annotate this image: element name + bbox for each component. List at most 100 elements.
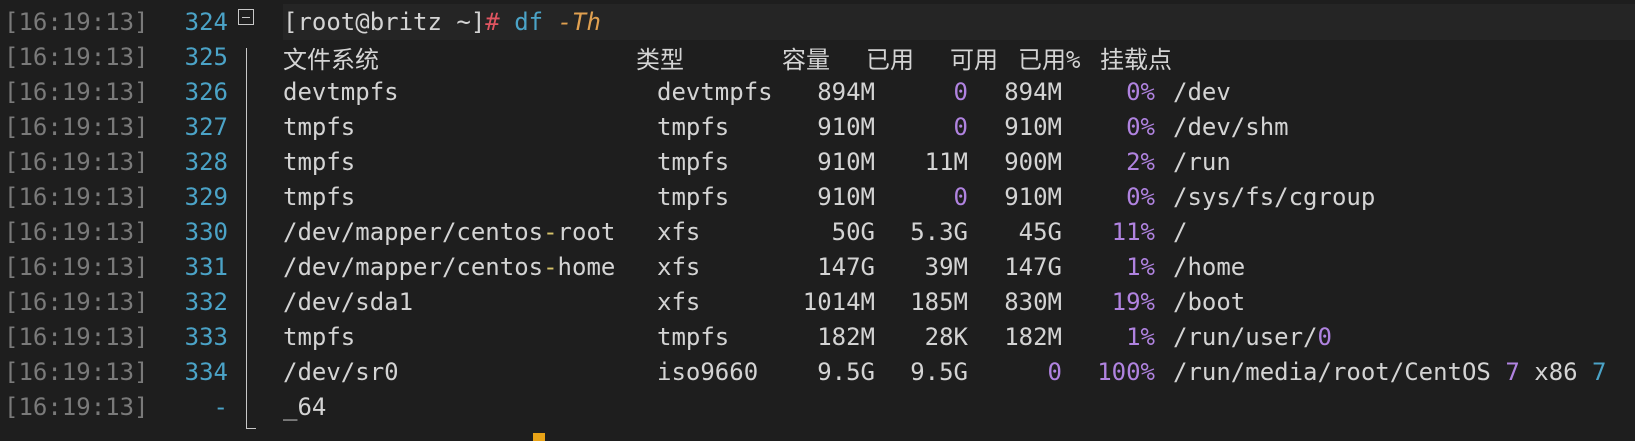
cell-pct: 0% — [1126, 113, 1155, 141]
cell-type: iso9660 — [657, 358, 759, 386]
cell-type: tmpfs — [657, 183, 730, 211]
header-type: 类型 — [636, 45, 684, 74]
cell-size: 894M — [817, 78, 875, 106]
cell-filesystem: tmpfs — [283, 148, 356, 176]
header-used: 已用 — [866, 45, 914, 74]
cell-avail: 147G — [1004, 253, 1062, 281]
cell-size: 50G — [831, 218, 875, 246]
cell-filesystem: tmpfs — [283, 113, 356, 141]
fold-collapse-icon[interactable] — [238, 9, 254, 25]
line-number: 324 — [184, 8, 228, 36]
header-size: 容量 — [782, 45, 830, 74]
fold-guide-line — [246, 48, 247, 428]
cell-size: 147G — [817, 253, 875, 281]
cell-mount: / — [1173, 218, 1188, 246]
line-number: 325 — [184, 43, 228, 71]
cell-avail: 830M — [1004, 288, 1062, 316]
cell-avail: 45G — [1018, 218, 1062, 246]
cell-type: xfs — [657, 288, 701, 316]
timestamp: [16:19:13] — [4, 183, 149, 211]
cell-avail: 0 — [1047, 358, 1062, 386]
timestamp: [16:19:13] — [4, 78, 149, 106]
cell-filesystem: /dev/mapper/centos-root — [283, 218, 616, 246]
cell-size: 910M — [817, 113, 875, 141]
cell-type: tmpfs — [657, 323, 730, 351]
cell-used: 5.3G — [910, 218, 968, 246]
cell-mount: /run/user/0 — [1173, 323, 1332, 351]
cell-pct: 2% — [1126, 148, 1155, 176]
cell-mount: /dev — [1173, 78, 1231, 106]
cell-type: devtmpfs — [657, 78, 773, 106]
timestamp: [16:19:13] — [4, 323, 149, 351]
prompt-user-host: [root@britz ~] — [283, 8, 486, 36]
header-use-pct: 已用% — [1018, 45, 1081, 74]
terminal-window[interactable]: [16:19:13] 324 [root@britz ~]# df -Th [1… — [0, 0, 1635, 441]
line-number: - — [213, 393, 228, 421]
line-number: 328 — [184, 148, 228, 176]
cell-mount: /sys/fs/cgroup — [1173, 183, 1376, 211]
line-number: 332 — [184, 288, 228, 316]
cell-avail: 910M — [1004, 183, 1062, 211]
wrapped-continuation: _64 — [283, 393, 327, 421]
cell-size: 182M — [817, 323, 875, 351]
cell-size: 9.5G — [817, 358, 875, 386]
cell-used: 28K — [924, 323, 968, 351]
line-number: 330 — [184, 218, 228, 246]
line-number: 334 — [184, 358, 228, 386]
cell-pct: 1% — [1126, 253, 1155, 281]
cell-pct: 0% — [1126, 183, 1155, 211]
line-number: 333 — [184, 323, 228, 351]
cell-avail: 900M — [1004, 148, 1062, 176]
prompt-hash: # — [485, 8, 500, 36]
line-number: 327 — [184, 113, 228, 141]
line-number: 329 — [184, 183, 228, 211]
header-mount: 挂载点 — [1100, 45, 1172, 74]
cell-used: 0 — [953, 183, 968, 211]
timestamp: [16:19:13] — [4, 148, 149, 176]
cell-filesystem: tmpfs — [283, 183, 356, 211]
cell-filesystem: devtmpfs — [283, 78, 399, 106]
cell-avail: 910M — [1004, 113, 1062, 141]
cell-filesystem: /dev/sda1 — [283, 288, 414, 316]
line-number: 326 — [184, 78, 228, 106]
cell-avail: 182M — [1004, 323, 1062, 351]
prompt-line: [root@britz ~]# df -Th — [283, 8, 601, 36]
cell-used: 0 — [953, 78, 968, 106]
line-number: 331 — [184, 253, 228, 281]
cell-mount: /boot — [1173, 288, 1246, 316]
cell-avail: 894M — [1004, 78, 1062, 106]
cell-pct: 100% — [1097, 358, 1155, 386]
timestamp: [16:19:13] — [4, 288, 149, 316]
fold-guide-end — [246, 428, 256, 429]
cell-pct: 19% — [1111, 288, 1155, 316]
cell-filesystem: /dev/mapper/centos-home — [283, 253, 616, 281]
timestamp: [16:19:13] — [4, 8, 149, 36]
cell-mount: /home — [1173, 253, 1246, 281]
timestamp: [16:19:13] — [4, 43, 149, 71]
text-cursor — [533, 433, 545, 441]
cell-pct: 11% — [1111, 218, 1155, 246]
cell-mount: /run — [1173, 148, 1231, 176]
timestamp: [16:19:13] — [4, 113, 149, 141]
timestamp: [16:19:13] — [4, 393, 149, 421]
cell-size: 910M — [817, 148, 875, 176]
cell-type: tmpfs — [657, 148, 730, 176]
cell-pct: 0% — [1126, 78, 1155, 106]
cell-used: 39M — [924, 253, 968, 281]
header-filesystem: 文件系统 — [283, 45, 379, 74]
cell-type: tmpfs — [657, 113, 730, 141]
timestamp: [16:19:13] — [4, 358, 149, 386]
cell-filesystem: tmpfs — [283, 323, 356, 351]
cell-size: 1014M — [802, 288, 875, 316]
timestamp: [16:19:13] — [4, 218, 149, 246]
cell-mount: /run/media/root/CentOS 7 x86 7 — [1173, 358, 1607, 386]
cell-filesystem: /dev/sr0 — [283, 358, 399, 386]
command-name: df — [514, 8, 544, 36]
cell-pct: 1% — [1126, 323, 1155, 351]
cell-used: 185M — [910, 288, 968, 316]
cell-type: xfs — [657, 253, 701, 281]
header-avail: 可用 — [950, 45, 998, 74]
cell-used: 9.5G — [910, 358, 968, 386]
cell-mount: /dev/shm — [1173, 113, 1289, 141]
timestamp: [16:19:13] — [4, 253, 149, 281]
